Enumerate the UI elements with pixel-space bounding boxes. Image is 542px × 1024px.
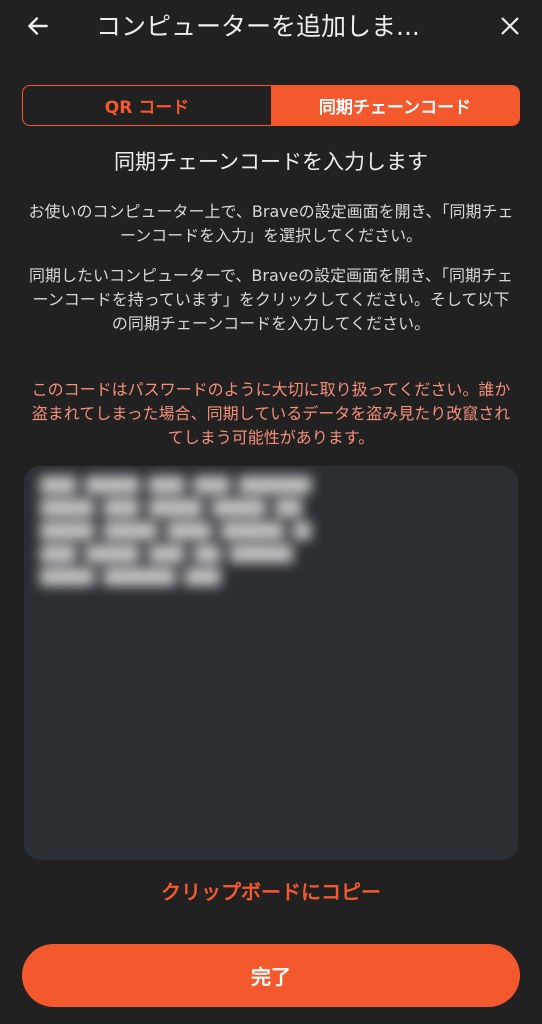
close-icon (501, 17, 519, 35)
tab-qr-code[interactable]: QR コード (23, 86, 271, 125)
back-button[interactable] (22, 10, 54, 42)
page-title: コンピューターを追加しま... (96, 12, 420, 41)
close-button[interactable] (494, 10, 526, 42)
add-computer-screen: コンピューターを追加しま... QR コード 同期チェーンコード 同期チェーンコ… (0, 0, 542, 1024)
instruction-paragraph-2: 同期したいコンピューターで、Braveの設定画面を開き、「同期チェーンコードを持… (29, 266, 513, 333)
sync-code-box[interactable]: ████ ██████ ████ ████ ████████ ██████ ██… (24, 466, 518, 860)
section-heading: 同期チェーンコードを入力します (114, 150, 428, 174)
done-button[interactable]: 完了 (22, 944, 520, 1007)
arrow-left-icon (28, 17, 48, 35)
tab-sync-chain-code[interactable]: 同期チェーンコード (271, 86, 519, 125)
top-app-bar: コンピューターを追加しま... (0, 0, 542, 56)
security-warning: このコードはパスワードのように大切に取り扱ってください。誰か盗まれてしまった場合… (31, 380, 511, 447)
copy-to-clipboard-button[interactable]: クリップボードにコピー (0, 876, 542, 908)
sync-method-tabs: QR コード 同期チェーンコード (22, 85, 520, 126)
sync-code-text-redacted: ████ ██████ ████ ████ ████████ ██████ ██… (40, 476, 311, 586)
instruction-paragraph-1: お使いのコンピューター上で、Braveの設定画面を開き、「同期チェーンコードを入… (28, 202, 514, 245)
